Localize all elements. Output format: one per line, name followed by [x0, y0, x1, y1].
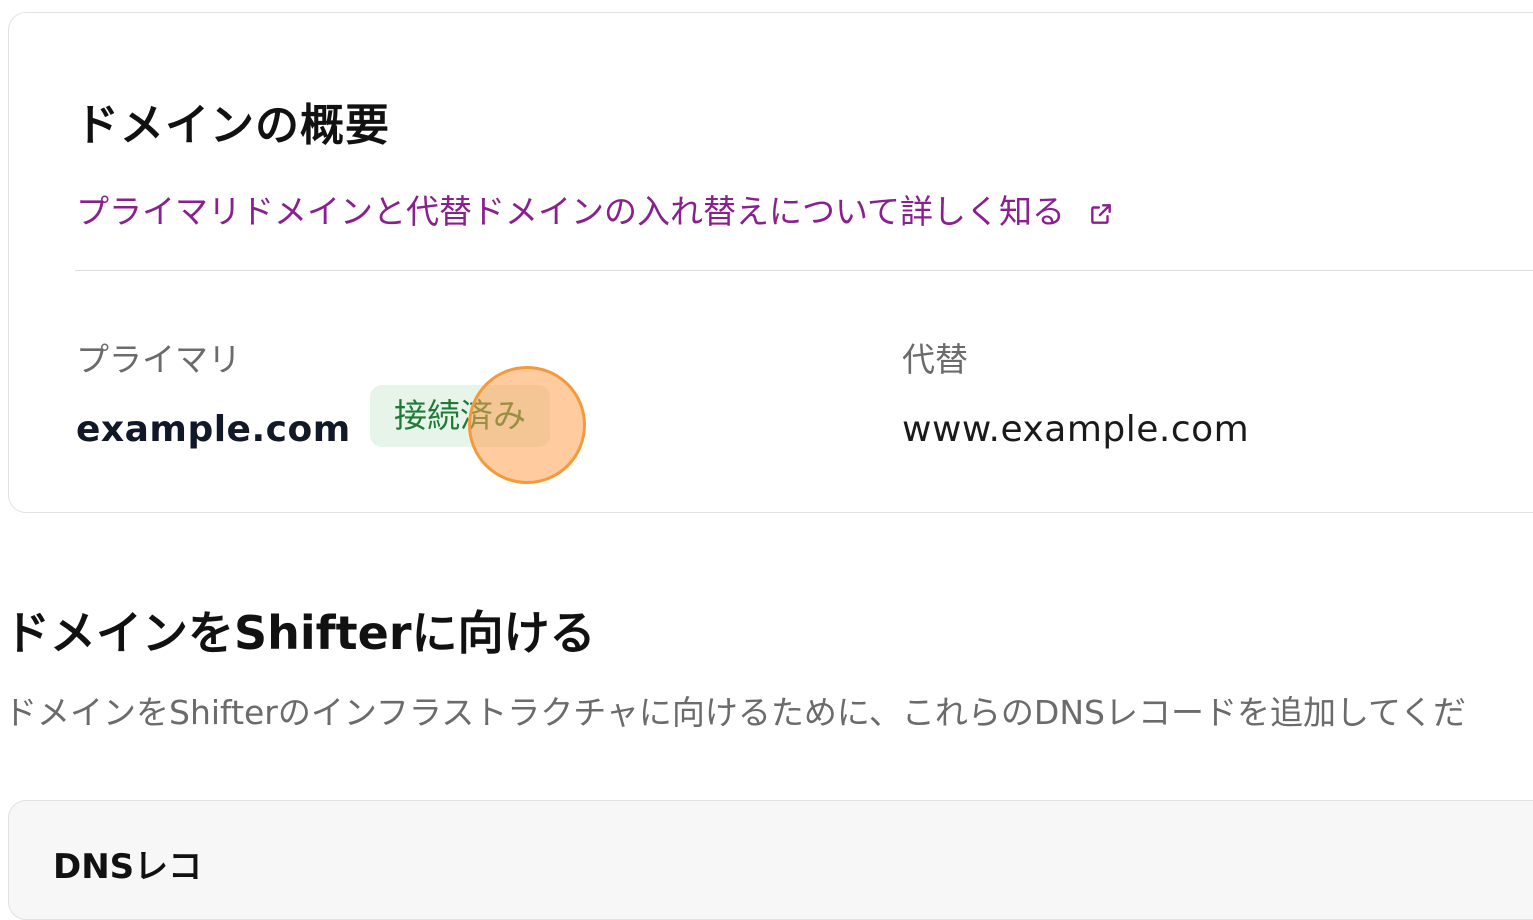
overview-divider [75, 270, 1533, 271]
alternate-domain-value: www.example.com [902, 409, 1250, 450]
primary-domain-value: example.com [76, 409, 351, 450]
primary-label: プライマリ [76, 340, 241, 379]
alternate-label: 代替 [902, 340, 968, 379]
dns-records-card: DNSレコ [8, 800, 1533, 920]
point-domain-description: ドメインをShifterのインフラストラクチャに向けるために、これらのDNSレコ… [4, 693, 1466, 732]
overview-title: ドメインの概要 [75, 100, 390, 151]
learn-more-link[interactable]: プライマリドメインと代替ドメインの入れ替えについて詳しく知る [76, 185, 1114, 233]
dns-records-title: DNSレコ [53, 847, 203, 887]
status-badge: 接続済み [370, 385, 550, 447]
domain-overview-card: ドメインの概要 プライマリドメインと代替ドメインの入れ替えについて詳しく知る プ… [8, 12, 1533, 513]
external-link-icon [1090, 204, 1111, 224]
point-domain-title: ドメインをShifterに向ける [4, 606, 596, 660]
learn-more-link-label: プライマリドメインと代替ドメインの入れ替えについて詳しく知る [76, 192, 1066, 231]
